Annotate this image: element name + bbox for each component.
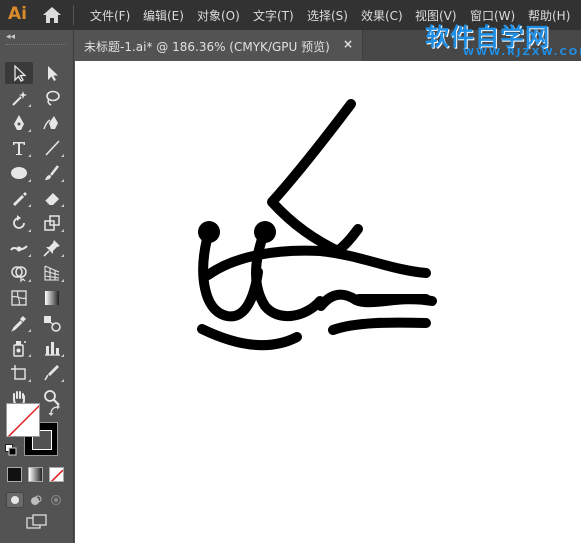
slice-knife-icon [44, 365, 59, 381]
lasso-icon [46, 90, 60, 106]
column-graph-icon [45, 342, 60, 356]
blend-icon [44, 316, 61, 332]
watermark-url: WWW.RJZXW.COM [463, 47, 581, 58]
artboard-icon [11, 365, 26, 380]
gradient-tool[interactable] [38, 287, 66, 309]
scale-icon [44, 215, 60, 231]
artwork-base-curve [197, 324, 302, 351]
column-graph-tool[interactable] [38, 337, 66, 359]
rotate-tool[interactable] [5, 212, 33, 234]
type-tool[interactable] [5, 137, 33, 159]
direct-selection-arrow-icon [48, 66, 58, 81]
menu-edit[interactable]: 编辑(E) [143, 7, 184, 24]
type-t-icon [13, 142, 25, 155]
symbol-sprayer-tool[interactable] [5, 337, 33, 359]
paintbrush-tool[interactable] [38, 162, 66, 184]
menu-select[interactable]: 选择(S) [307, 7, 348, 24]
eyedropper-tool[interactable] [5, 312, 33, 334]
artwork-horizontal-curve [203, 245, 431, 280]
blend-tool[interactable] [38, 312, 66, 334]
artwork-dot-right [254, 221, 276, 243]
draw-behind-icon[interactable] [27, 492, 45, 508]
color-mode-button[interactable] [7, 467, 22, 482]
paintbrush-icon [45, 165, 59, 180]
draw-inside-icon[interactable] [47, 492, 65, 508]
eraser-icon [44, 193, 59, 206]
swap-fill-stroke-icon[interactable] [48, 404, 62, 418]
line-segment-icon [45, 140, 60, 156]
fill-color-swatch[interactable] [6, 403, 40, 437]
selection-tool[interactable] [5, 62, 33, 84]
shape-builder-tool[interactable] [5, 262, 33, 284]
pushpin-icon [43, 240, 60, 257]
direct-selection-tool[interactable] [38, 62, 66, 84]
collapse-panel-icon[interactable]: ◂◂ [6, 32, 15, 42]
none-slash-icon [7, 404, 39, 436]
lasso-tool[interactable] [38, 87, 66, 109]
perspective-grid-icon [44, 265, 60, 281]
magic-wand-tool[interactable] [5, 87, 33, 109]
mesh-tool[interactable] [5, 287, 33, 309]
curvature-tool[interactable] [38, 112, 66, 134]
symbol-sprayer-icon [13, 341, 26, 357]
home-icon[interactable] [42, 6, 62, 24]
scale-tool[interactable] [38, 212, 66, 234]
magic-wand-icon [12, 91, 27, 106]
artwork-bottom-stroke [328, 317, 431, 335]
shaper-pencil-icon [13, 192, 27, 206]
width-tool[interactable] [5, 237, 33, 259]
artboard-tool[interactable] [5, 362, 33, 384]
perspective-grid-tool[interactable] [38, 262, 66, 284]
curvature-pen-icon [43, 116, 58, 130]
document-tab-title: 未标题-1.ai* @ 186.36% (CMYK/GPU 预览) [84, 40, 330, 54]
menu-effect[interactable]: 效果(C) [361, 7, 403, 24]
eyedropper-icon [11, 316, 26, 332]
ellipse-tool[interactable] [5, 162, 33, 184]
default-fill-stroke-icon[interactable] [5, 444, 17, 456]
draw-normal-icon[interactable] [6, 492, 24, 508]
shape-builder-icon [11, 266, 27, 283]
slice-tool[interactable] [38, 362, 66, 384]
close-tab-icon[interactable]: × [343, 37, 353, 51]
none-slash-small-icon [50, 469, 63, 481]
rotate-icon [13, 215, 25, 229]
shaper-tool[interactable] [5, 187, 33, 209]
none-mode-button[interactable] [49, 467, 64, 482]
menu-object[interactable]: 对象(O) [197, 7, 240, 24]
artboard-canvas[interactable] [75, 61, 581, 543]
screen-mode-icon[interactable] [26, 514, 48, 530]
ellipse-icon [11, 167, 27, 179]
panel-grip[interactable] [6, 44, 66, 48]
eraser-tool[interactable] [38, 187, 66, 209]
menu-type[interactable]: 文字(T) [253, 7, 294, 24]
gradient-icon [45, 291, 59, 305]
puppet-warp-tool[interactable] [38, 237, 66, 259]
artwork-small-curve [331, 224, 363, 257]
pen-tool[interactable] [5, 112, 33, 134]
artwork-strokes[interactable] [75, 61, 581, 543]
app-logo: Ai [8, 4, 27, 24]
artwork-dot-left [198, 221, 220, 243]
width-icon [10, 245, 28, 252]
line-segment-tool[interactable] [38, 137, 66, 159]
tools-panel: ◂◂ [0, 30, 74, 543]
menu-file[interactable]: 文件(F) [90, 7, 130, 24]
document-tab[interactable]: 未标题-1.ai* @ 186.36% (CMYK/GPU 预览) × [75, 30, 363, 61]
mesh-icon [11, 290, 27, 306]
menu-separator [73, 5, 74, 25]
pen-nib-icon [14, 115, 24, 130]
selection-arrow-icon [14, 64, 27, 82]
gradient-mode-button[interactable] [28, 467, 43, 482]
illustrator-window: Ai 文件(F) 编辑(E) 对象(O) 文字(T) 选择(S) 效果(C) 视… [0, 0, 581, 543]
artwork-diagonal-stroke [267, 99, 356, 257]
